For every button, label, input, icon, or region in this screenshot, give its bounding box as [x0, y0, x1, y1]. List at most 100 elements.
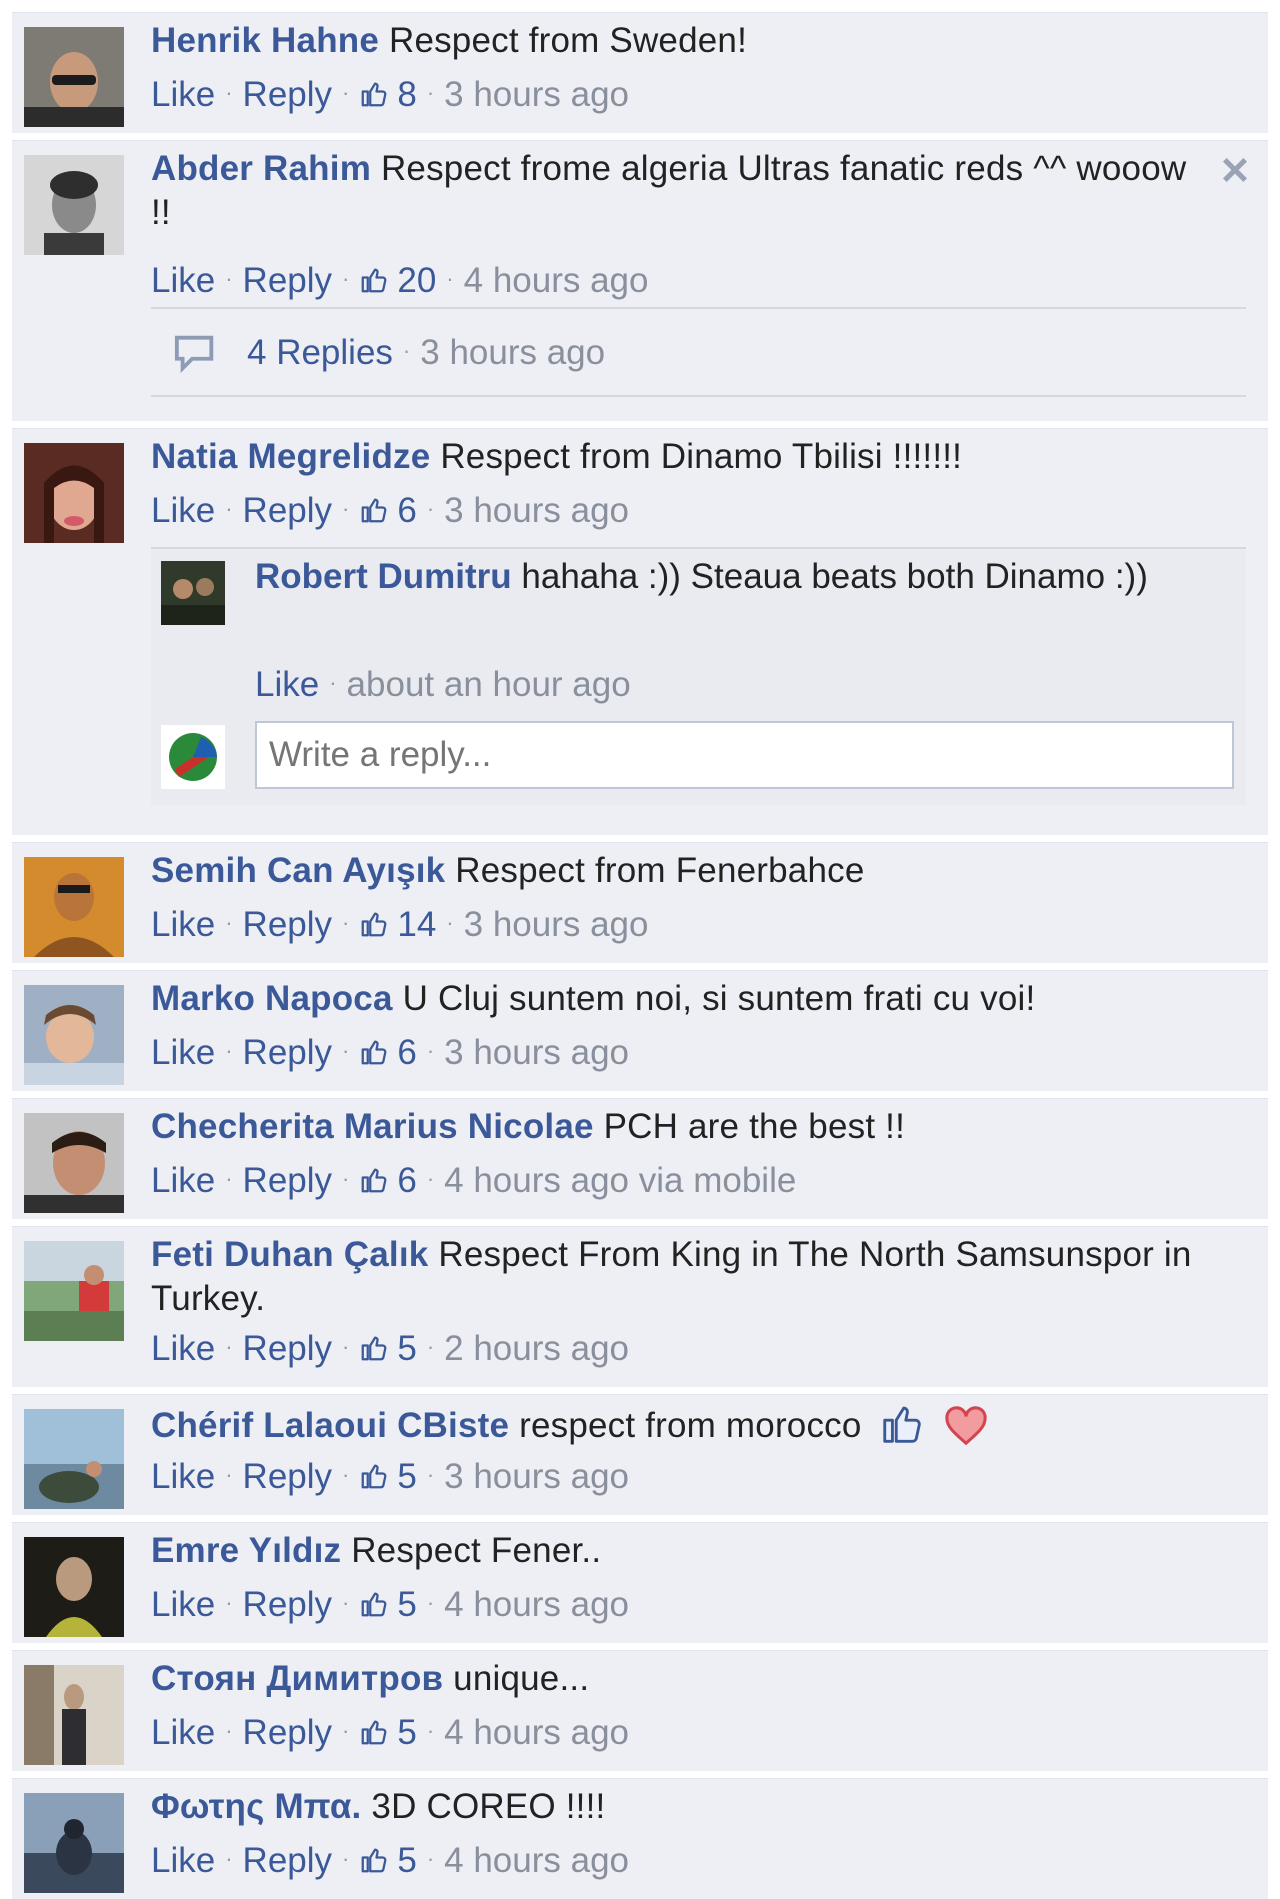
reply-link[interactable]: Reply — [243, 491, 332, 530]
separator: · — [342, 1038, 350, 1063]
view-replies[interactable]: 4 Replies · 3 hours ago — [151, 307, 1246, 397]
replies-count-link[interactable]: 4 Replies — [247, 333, 393, 372]
avatar[interactable] — [24, 1793, 124, 1893]
timestamp[interactable]: 3 hours ago — [444, 1457, 629, 1496]
like-link[interactable]: Like — [151, 1457, 215, 1496]
commenter-name[interactable]: Φωτης Μπα. — [151, 1787, 361, 1826]
comment-text: respect from morocco — [519, 1406, 862, 1445]
like-link[interactable]: Like — [151, 1033, 215, 1072]
avatar[interactable] — [24, 27, 124, 127]
commenter-name[interactable]: Chérif Lalaoui CBiste — [151, 1406, 509, 1445]
separator: · — [426, 1334, 435, 1359]
avatar[interactable] — [24, 443, 124, 543]
timestamp[interactable]: 4 hours ago — [444, 1585, 629, 1624]
reply-link[interactable]: Reply — [243, 905, 332, 944]
reply-link[interactable]: Reply — [243, 261, 332, 300]
like-link[interactable]: Like — [255, 665, 319, 704]
commenter-name[interactable]: Стоян Димитров — [151, 1659, 443, 1698]
separator: · — [225, 1166, 233, 1191]
like-count[interactable]: 6 — [397, 1033, 416, 1072]
comment-feed: Henrik Hahne Respect from Sweden! Like · R… — [0, 0, 1280, 1899]
reply-input[interactable] — [255, 721, 1234, 789]
like-link[interactable]: Like — [151, 1841, 215, 1880]
close-icon[interactable] — [1218, 153, 1252, 187]
like-count[interactable]: 8 — [397, 75, 416, 114]
avatar[interactable] — [24, 1241, 124, 1341]
reply-link[interactable]: Reply — [243, 1713, 332, 1752]
reply-link[interactable]: Reply — [243, 75, 332, 114]
like-link[interactable]: Like — [151, 491, 215, 530]
separator: · — [342, 1590, 350, 1615]
comment-text: 3D COREO !!!! — [371, 1787, 606, 1826]
reply-link[interactable]: Reply — [243, 1585, 332, 1624]
thumbs-up-icon — [359, 1037, 389, 1067]
separator: · — [225, 1590, 233, 1615]
timestamp[interactable]: 3 hours ago — [464, 905, 649, 944]
separator: · — [342, 1166, 350, 1191]
timestamp[interactable]: about an hour ago — [347, 665, 631, 704]
commenter-name[interactable]: Emre Yıldız — [151, 1531, 341, 1570]
like-count[interactable]: 14 — [397, 905, 436, 944]
comment-actions: Like · Reply · 5 · 2 hours ago — [151, 1325, 629, 1371]
separator: · — [225, 266, 233, 291]
avatar[interactable] — [24, 1113, 124, 1213]
like-link[interactable]: Like — [151, 261, 215, 300]
comment: Abder Rahim Respect frome algeria Ultras… — [12, 140, 1268, 421]
like-link[interactable]: Like — [151, 1585, 215, 1624]
commenter-name[interactable]: Abder Rahim — [151, 149, 371, 188]
like-link[interactable]: Like — [151, 1713, 215, 1752]
like-link[interactable]: Like — [151, 75, 215, 114]
reply-avatar[interactable] — [161, 561, 225, 625]
reply-link[interactable]: Reply — [243, 1161, 332, 1200]
comment: Checherita Marius Nicolae PCH are the be… — [12, 1098, 1268, 1219]
timestamp[interactable]: 3 hours ago — [444, 75, 629, 114]
like-link[interactable]: Like — [151, 905, 215, 944]
comment: Natia Megrelidze Respect from Dinamo Tbi… — [12, 428, 1268, 835]
timestamp[interactable]: 2 hours ago — [444, 1329, 629, 1368]
separator: · — [342, 1718, 350, 1743]
commenter-name[interactable]: Feti Duhan Çalık — [151, 1235, 428, 1274]
comment-actions: Like · Reply · 5 · 4 hours ago — [151, 1837, 629, 1883]
like-count[interactable]: 20 — [397, 261, 436, 300]
reply-link[interactable]: Reply — [243, 1033, 332, 1072]
reply-author-name[interactable]: Robert Dumitru — [255, 557, 512, 596]
avatar[interactable] — [24, 1537, 124, 1637]
like-count[interactable]: 5 — [397, 1329, 416, 1368]
commenter-name[interactable]: Natia Megrelidze — [151, 437, 430, 476]
avatar[interactable] — [24, 857, 124, 957]
avatar[interactable] — [24, 985, 124, 1085]
avatar[interactable] — [24, 155, 124, 255]
thumbs-up-icon — [359, 79, 389, 109]
like-count[interactable]: 5 — [397, 1841, 416, 1880]
timestamp[interactable]: 4 hours ago — [444, 1713, 629, 1752]
separator: · — [342, 80, 350, 105]
like-count[interactable]: 5 — [397, 1457, 416, 1496]
like-count[interactable]: 5 — [397, 1585, 416, 1624]
like-link[interactable]: Like — [151, 1161, 215, 1200]
timestamp[interactable]: 3 hours ago — [444, 1033, 629, 1072]
separator: · — [342, 1846, 350, 1871]
like-count[interactable]: 6 — [397, 1161, 416, 1200]
like-count[interactable]: 5 — [397, 1713, 416, 1752]
avatar[interactable] — [24, 1409, 124, 1509]
avatar[interactable] — [24, 1665, 124, 1765]
commenter-name[interactable]: Henrik Hahne — [151, 21, 379, 60]
commenter-name[interactable]: Marko Napoca — [151, 979, 393, 1018]
like-count[interactable]: 6 — [397, 491, 416, 530]
current-user-avatar — [161, 725, 225, 789]
separator: · — [225, 910, 233, 935]
timestamp[interactable]: 4 hours ago — [464, 261, 649, 300]
timestamp[interactable]: 4 hours ago via mobile — [444, 1161, 796, 1200]
reply-link[interactable]: Reply — [243, 1841, 332, 1880]
comment-actions: Like · Reply · 8 · 3 hours ago — [151, 71, 629, 117]
separator: · — [426, 1846, 435, 1871]
reply-link[interactable]: Reply — [243, 1329, 332, 1368]
separator: · — [225, 1462, 233, 1487]
timestamp[interactable]: 4 hours ago — [444, 1841, 629, 1880]
thumbs-up-icon — [359, 495, 389, 525]
commenter-name[interactable]: Checherita Marius Nicolae — [151, 1107, 594, 1146]
timestamp[interactable]: 3 hours ago — [444, 491, 629, 530]
commenter-name[interactable]: Semih Can Ayışık — [151, 851, 445, 890]
reply-link[interactable]: Reply — [243, 1457, 332, 1496]
like-link[interactable]: Like — [151, 1329, 215, 1368]
